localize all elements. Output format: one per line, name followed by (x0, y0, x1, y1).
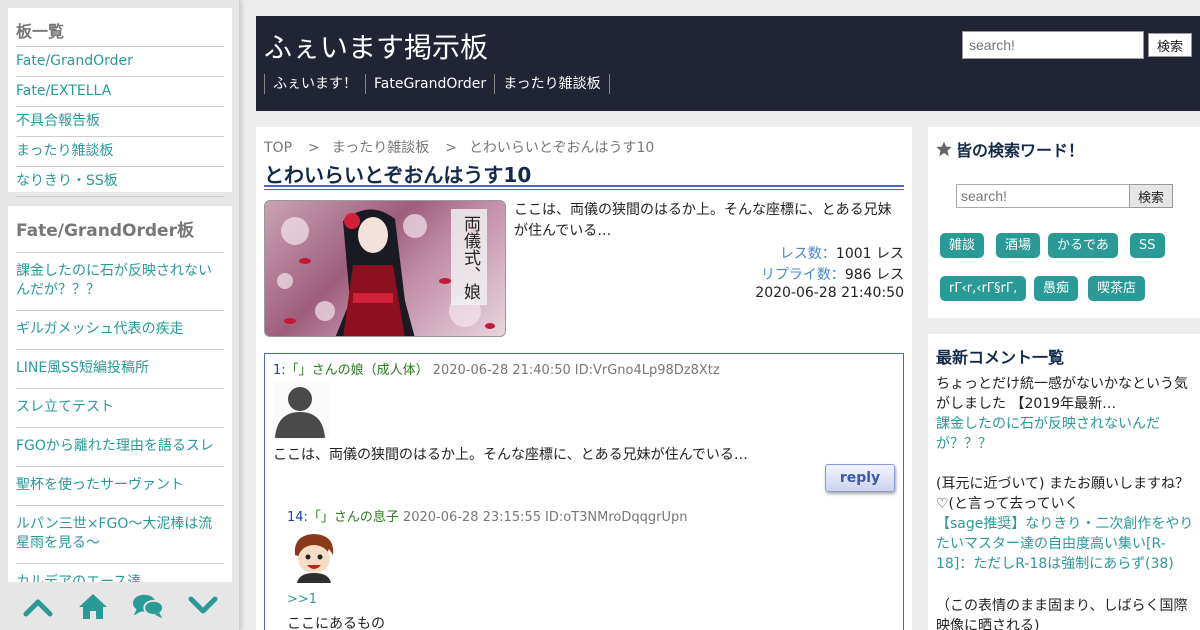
reply-button[interactable]: reply (825, 464, 895, 492)
breadcrumb-thread: とわいらいとぞおんはうす10 (468, 140, 655, 156)
nav-item-fgo[interactable]: FateGrandOrder (365, 74, 496, 94)
comment-text: （この表情のまま固まり、しばらく国際映像に晒される) (936, 598, 1188, 630)
breadcrumb: TOP > まったり雑談板 > とわいらいとぞおんはうす10 (264, 137, 658, 157)
reply-count-value: 986 レス (844, 267, 904, 283)
search-tag[interactable]: 喫茶店 (1088, 276, 1146, 301)
post-header: 14:「」さんの息子 2020-06-28 23:15:55 ID:oT3NMroD… (287, 509, 687, 527)
thread-link[interactable]: カルデアのエース達 (16, 564, 224, 582)
thread-description: ここは、両儀の狭間のはるか上。そんな座標に、とある兄妹が住んでいる… (514, 202, 892, 239)
left-sidebar: 板一覧 Fate/GrandOrder Fate/EXTELLA 不具合報告板 … (0, 0, 240, 630)
response-count-value: 1001 レス (835, 246, 904, 262)
latest-comments-box: 最新コメント一覧 ちょっとだけ統一感がないかなという気がしました 【2019年最… (928, 334, 1200, 630)
post-header: 1:「」さんの娘（成人体） 2020-06-28 21:40:50 ID:VrGno… (273, 362, 720, 380)
star-icon (936, 141, 952, 157)
post-date: 2020-06-28 23:15:55 (402, 510, 542, 525)
home-icon[interactable] (77, 590, 109, 622)
search-tag[interactable]: かるであ (1048, 233, 1118, 258)
comment-text: (耳元に近づいて) またお願いしますね？♡(と言って去っていく (936, 476, 1189, 512)
side-search-input[interactable] (956, 184, 1130, 208)
board-link-extella[interactable]: Fate/EXTELLA (16, 77, 224, 107)
thread-link[interactable]: ルパン三世×FGO～大泥棒は流星雨を見る～ (16, 506, 224, 564)
post-anchor-link[interactable]: >>1 (287, 592, 317, 607)
post-number[interactable]: 14: (287, 510, 308, 525)
thread-main: TOP > まったり雑談板 > とわいらいとぞおんはうす10 とわいらいとぞおんはうす1… (256, 127, 912, 630)
comment-text: ちょっとだけ統一感がないかなという気がしました 【2019年最新… (936, 376, 1188, 412)
search-tag[interactable]: rΓ‹r,‹rΓ§rΓ, (940, 276, 1027, 301)
comment-thread-link[interactable]: 【sage推奨】なりきり・二次創作をやりたいマスター達の自由度高い集い[R-18… (936, 514, 1194, 574)
thread-link[interactable]: ギルガメッシュ代表の疾走 (16, 311, 224, 350)
thread-list-box: Fate/GrandOrder板 課金したのに石が反映されないんだが？？？ ギル… (8, 206, 232, 582)
board-list-box: 板一覧 Fate/GrandOrder Fate/EXTELLA 不具合報告板 … (8, 8, 232, 197)
post-number[interactable]: 1: (273, 363, 286, 378)
chat-bubbles-icon[interactable] (132, 590, 164, 622)
search-tag[interactable]: 愚痴 (1034, 276, 1079, 301)
nav-item-chat[interactable]: まったり雑談板 (494, 74, 610, 94)
thread-date: 2020-06-28 21:40:50 (755, 285, 904, 301)
nav-item-famous[interactable]: ふぇいます！ (264, 74, 366, 94)
reply-count: リプライ数：986 レス (761, 264, 904, 284)
thread-link[interactable]: FGOから離れた理由を語るスレ (16, 428, 224, 467)
post-author: 「」さんの娘（成人体） (285, 363, 429, 378)
post-id: ID:oT3NMroDqqgrUpn (545, 510, 688, 525)
site-title[interactable]: ふぇいます掲示板 (264, 26, 488, 66)
board-link-chat[interactable]: まったり雑談板 (16, 137, 224, 167)
comment-item: （この表情のまま固まり、しばらく国際映像に晒される) (936, 596, 1194, 630)
search-words-title-text: 皆の検索ワード！ (956, 141, 1085, 160)
sidebar-footer-bar (0, 582, 239, 630)
thread-thumbnail[interactable]: 両儀式、娘 (264, 200, 506, 337)
response-count-label: レス数： (779, 246, 836, 262)
chibi-avatar-icon (287, 529, 341, 583)
latest-comments-title: 最新コメント一覧 (936, 348, 1065, 367)
search-words-title: 皆の検索ワード！ (936, 137, 1084, 161)
comment-item: ちょっとだけ統一感がないかなという気がしました 【2019年最新… 課金したのに… (936, 374, 1194, 454)
title-divider (264, 185, 904, 190)
thread-link[interactable]: 課金したのに石が反映されないんだが？？？ (16, 253, 224, 311)
search-words-box: 皆の検索ワード！ 検索 雑談 酒場 かるであ SS rΓ‹r,‹rΓ§rΓ, 愚… (928, 127, 1200, 318)
thumbnail-caption: 両儀式、娘 (460, 214, 480, 300)
header-search-button[interactable]: 検索 (1148, 33, 1192, 57)
thread-title: とわいらいとぞおんはうす10 (264, 163, 532, 187)
post-list: 1:「」さんの娘（成人体） 2020-06-28 21:40:50 ID:VrGno… (264, 353, 904, 630)
board-link-fgo[interactable]: Fate/GrandOrder (16, 47, 224, 77)
site-header: ふぇいます掲示板 ふぇいます！ FateGrandOrder まったり雑談板 検… (256, 16, 1200, 111)
thread-link[interactable]: 聖杯を使ったサーヴァント (16, 467, 224, 506)
post-body: ここにあるもの (287, 616, 385, 630)
post-id: ID:VrGno4Lp98Dz8Xtz (574, 363, 720, 378)
post-date: 2020-06-28 21:40:50 (432, 363, 571, 378)
thread-link[interactable]: LINE風SS短編投稿所 (16, 350, 224, 389)
reply-count-label: リプライ数： (760, 267, 845, 283)
search-tag[interactable]: 酒場 (996, 233, 1041, 258)
post-body: ここは、両儀の狭間のはるか上。そんな座標に、とある兄妹が住んでいる… (273, 447, 748, 463)
breadcrumb-board[interactable]: まったり雑談板 (332, 140, 429, 156)
post-author: 「」さんの息子 (307, 510, 399, 525)
board-link-bug-report[interactable]: 不具合報告板 (16, 107, 224, 137)
board-list-title: 板一覧 (16, 8, 224, 47)
comment-thread-link[interactable]: 課金したのに石が反映されないんだが？？？ (936, 414, 1194, 454)
response-count: レス数：1001 レス (780, 243, 904, 263)
breadcrumb-separator: > (308, 140, 320, 156)
comment-item: (耳元に近づいて) またお願いしますね？♡(と言って去っていく 【sage推奨】… (936, 474, 1194, 574)
thread-link[interactable]: スレ立てテスト (16, 389, 224, 428)
side-search-button[interactable]: 検索 (1129, 184, 1173, 208)
search-tag[interactable]: SS (1130, 233, 1165, 258)
default-avatar-icon (273, 382, 331, 438)
chevron-down-icon[interactable] (187, 590, 219, 622)
board-link-roleplay-ss[interactable]: なりきり・SS板 (16, 167, 224, 197)
chevron-up-icon[interactable] (22, 590, 54, 622)
search-tag[interactable]: 雑談 (940, 233, 985, 258)
breadcrumb-separator: > (445, 140, 457, 156)
breadcrumb-top[interactable]: TOP (264, 140, 292, 156)
header-search-input[interactable] (962, 31, 1144, 59)
header-nav: ふぇいます！ FateGrandOrder まったり雑談板 (264, 74, 610, 94)
thread-list-title: Fate/GrandOrder板 (16, 206, 224, 253)
